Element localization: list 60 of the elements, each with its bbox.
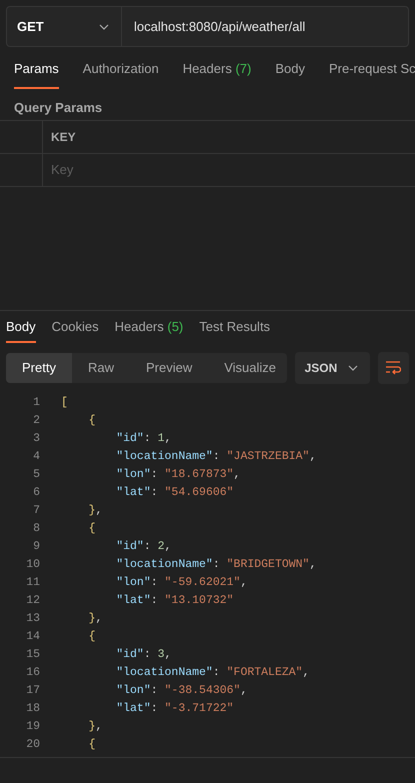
code-line: "locationName": "JASTRZEBIA", xyxy=(115,449,316,465)
code-line: }, xyxy=(88,719,102,735)
key-input-field[interactable]: Key xyxy=(43,154,415,186)
line-number: 1 xyxy=(32,395,41,411)
code-line: "locationName": "BRIDGETOWN", xyxy=(115,557,316,573)
code-line: "lat": "-3.71722" xyxy=(115,701,234,717)
line-number: 18 xyxy=(25,701,41,717)
line-number: 16 xyxy=(25,665,41,681)
request-tab[interactable]: Headers (7) xyxy=(182,59,252,89)
view-mode-tab[interactable]: Preview xyxy=(130,353,208,383)
response-tab[interactable]: Headers (5) xyxy=(114,317,184,343)
code-line: "id": 1, xyxy=(115,431,172,447)
line-number: 19 xyxy=(25,719,41,735)
line-number: 20 xyxy=(25,737,41,753)
code-line: "id": 3, xyxy=(115,647,172,663)
line-number: 17 xyxy=(25,683,41,699)
line-number: 9 xyxy=(32,539,41,555)
code-line: { xyxy=(88,413,96,429)
code-line: "lat": "13.10732" xyxy=(115,593,234,609)
line-number: 2 xyxy=(32,413,41,429)
view-mode-tab[interactable]: Pretty xyxy=(6,353,72,383)
view-mode-tab[interactable]: Raw xyxy=(72,353,130,383)
code-line: [ xyxy=(61,395,68,411)
code-line: { xyxy=(88,737,96,753)
code-line: { xyxy=(88,521,96,537)
request-tab[interactable]: Pre-request Sc xyxy=(328,59,415,89)
code-line: }, xyxy=(88,611,102,627)
wrap-lines-button[interactable] xyxy=(378,352,409,384)
wrap-lines-icon xyxy=(385,361,402,375)
line-number: 4 xyxy=(32,449,41,465)
line-number: 10 xyxy=(25,557,41,573)
code-line: "lon": "-38.54306", xyxy=(115,683,248,699)
line-number: 15 xyxy=(25,647,41,663)
request-tab[interactable]: Params xyxy=(14,59,59,89)
response-tab[interactable]: Body xyxy=(6,317,36,343)
line-number: 7 xyxy=(32,503,41,519)
code-line: }, xyxy=(88,503,102,519)
view-mode-tab[interactable]: Visualize xyxy=(208,353,287,383)
response-tab[interactable]: Cookies xyxy=(52,317,99,343)
chevron-down-icon xyxy=(348,365,358,371)
section-title: Query Params xyxy=(13,99,104,117)
code-line: "lon": "18.67873", xyxy=(115,467,240,483)
format-dropdown[interactable]: JSON xyxy=(294,352,370,384)
code-line: "locationName": "FORTALEZA", xyxy=(115,665,310,681)
code-line: "lon": "-59.62021", xyxy=(115,575,248,591)
line-number: 6 xyxy=(32,485,41,501)
column-header: KEY xyxy=(50,129,76,146)
code-line: "id": 2, xyxy=(115,539,172,555)
line-number: 5 xyxy=(32,467,41,483)
line-number: 11 xyxy=(25,575,41,591)
line-number: 14 xyxy=(25,629,41,645)
request-tab[interactable]: Body xyxy=(275,59,305,89)
line-number: 3 xyxy=(32,431,41,447)
line-number: 13 xyxy=(25,611,41,627)
line-number: 8 xyxy=(32,521,41,537)
response-tab[interactable]: Test Results xyxy=(199,317,270,343)
line-number: 12 xyxy=(25,593,41,609)
code-line: "lat": "54.69606" xyxy=(115,485,234,501)
code-line: { xyxy=(88,629,96,645)
request-tab[interactable]: Authorization xyxy=(82,59,159,89)
